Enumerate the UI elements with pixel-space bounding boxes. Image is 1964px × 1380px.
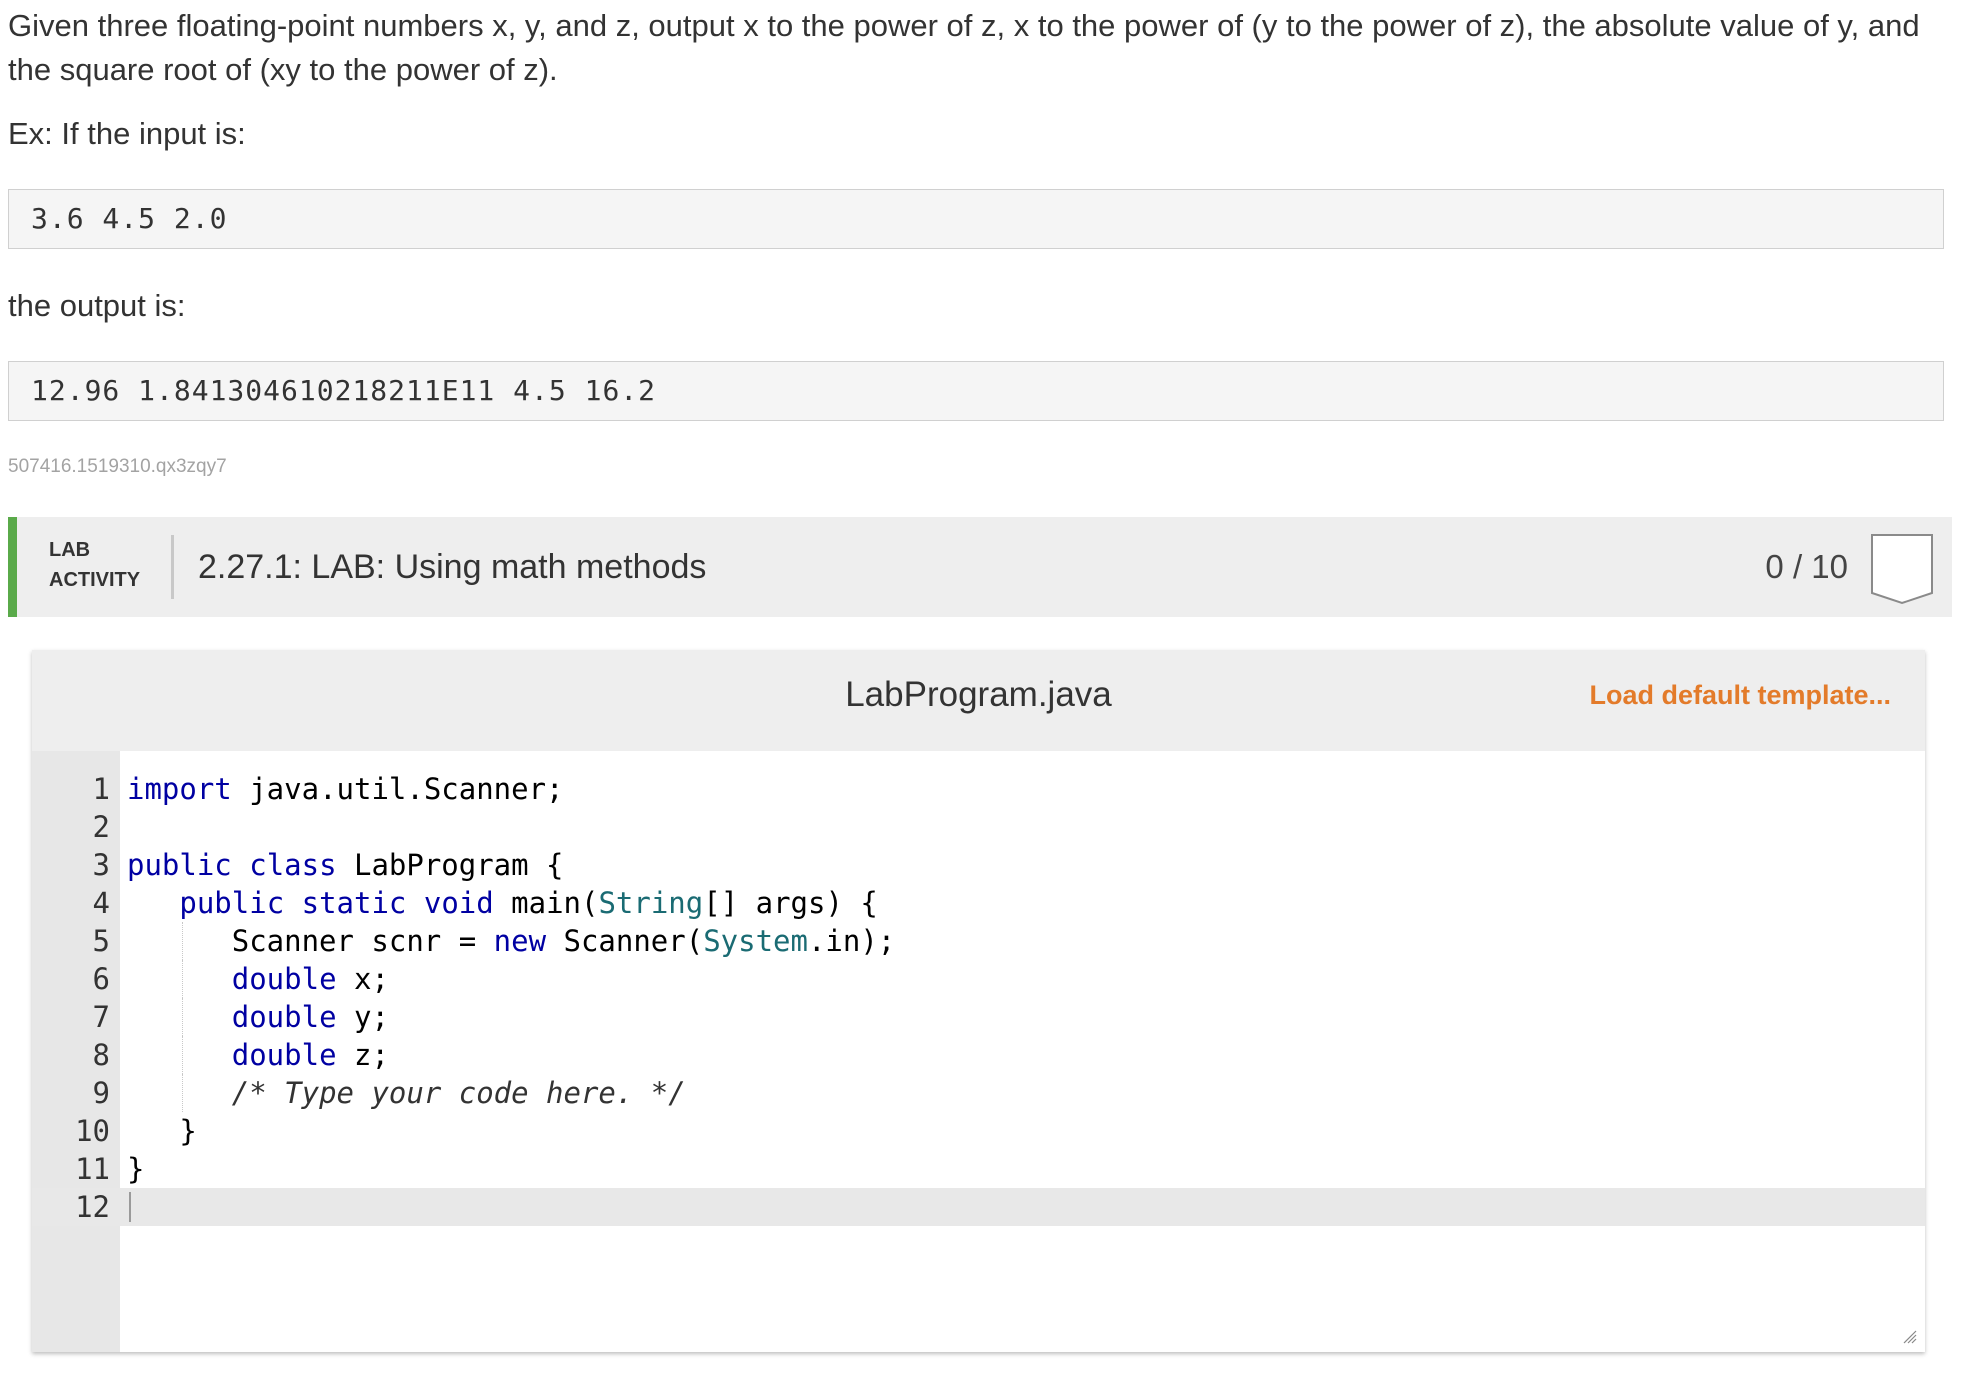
code-line[interactable]: 9 /* Type your code here. */ — [32, 1074, 1925, 1112]
code-token: double — [231, 1000, 337, 1034]
indent-guide — [181, 1036, 183, 1074]
line-source: /* Type your code here. */ — [127, 1074, 686, 1112]
line-number: 10 — [75, 1114, 110, 1148]
code-token: z; — [336, 1038, 389, 1072]
code-line[interactable]: 12 — [32, 1188, 1925, 1226]
code-token: y; — [336, 1000, 389, 1034]
line-number: 6 — [92, 962, 110, 996]
code-token: [] args) { — [703, 886, 878, 920]
line-number: 8 — [92, 1038, 110, 1072]
indent-guide — [181, 998, 183, 1036]
lab-title: 2.27.1: LAB: Using math methods — [198, 548, 707, 586]
code-line[interactable]: 3 public class LabProgram { — [32, 846, 1925, 884]
line-source: double z; — [127, 1036, 389, 1074]
line-source: } — [127, 1112, 197, 1150]
code-token: Scanner( — [546, 924, 704, 958]
problem-statement: Given three floating-point numbers x, y,… — [8, 4, 1948, 92]
indent-guide — [181, 1074, 183, 1112]
code-line[interactable]: 8 double z; — [32, 1036, 1925, 1074]
code-line[interactable]: 5 Scanner scnr = new Scanner(System.in); — [32, 922, 1925, 960]
code-token: LabProgram { — [336, 848, 564, 882]
line-number: 5 — [92, 924, 110, 958]
code-token: static — [301, 886, 407, 920]
line-source: } — [127, 1150, 144, 1188]
indent-guide — [181, 960, 183, 998]
code-line[interactable]: 1 import java.util.Scanner; — [32, 770, 1925, 808]
code-token: java.util.Scanner; — [231, 772, 564, 806]
code-token: .in); — [807, 924, 896, 958]
code-token: System — [703, 924, 808, 958]
code-token: x; — [336, 962, 389, 996]
code-token: double — [231, 1038, 337, 1072]
code-token: class — [249, 848, 337, 882]
code-token: main( — [493, 886, 599, 920]
line-source: import java.util.Scanner; — [127, 770, 564, 808]
code-line[interactable]: 6 double x; — [32, 960, 1925, 998]
example-input-label: Ex: If the input is: — [8, 116, 246, 151]
load-default-template-link[interactable]: Load default template... — [1589, 680, 1891, 711]
code-line[interactable]: 4 public static void main(String[] args)… — [32, 884, 1925, 922]
line-number: 7 — [92, 1000, 110, 1034]
line-number: 12 — [75, 1190, 110, 1224]
lab-activity-tag: LAB ACTIVITY — [49, 535, 140, 595]
code-line[interactable]: 10 } — [32, 1112, 1925, 1150]
line-source: double x; — [127, 960, 389, 998]
example-output-box: 12.96 1.841304610218211E11 4.5 16.2 — [8, 361, 1944, 421]
line-source: double y; — [127, 998, 389, 1036]
line-source: Scanner scnr = new Scanner(System.in); — [127, 922, 896, 960]
indent-guide — [181, 922, 183, 960]
activity-id-code: 507416.1519310.qx3zqy7 — [8, 456, 227, 477]
lab-tag-line1: LAB — [49, 539, 91, 561]
line-source: public static void main(String[] args) { — [127, 884, 878, 922]
line-number: 11 — [75, 1152, 110, 1186]
code-token: public — [179, 886, 285, 920]
resize-handle-icon[interactable] — [1901, 1328, 1917, 1344]
code-line[interactable]: 7 double y; — [32, 998, 1925, 1036]
line-number: 2 — [92, 810, 110, 844]
code-token: String — [598, 886, 704, 920]
code-token: } — [127, 1114, 197, 1148]
code-token: new — [493, 924, 547, 958]
code-token: import — [127, 772, 232, 806]
lab-score: 0 / 10 — [1765, 548, 1848, 585]
line-source: public class LabProgram { — [127, 846, 564, 884]
line-number: 4 — [92, 886, 110, 920]
text-cursor — [129, 1192, 131, 1222]
code-token: void — [423, 886, 494, 920]
code-token: /* Type your code here. */ — [231, 1076, 686, 1110]
code-token: } — [127, 1152, 145, 1186]
code-editor[interactable]: LabProgram.java Load default template...… — [32, 650, 1925, 1352]
line-number: 3 — [92, 848, 110, 882]
completion-badge-icon — [1871, 534, 1933, 605]
code-token: double — [231, 962, 337, 996]
code-token: public — [127, 848, 232, 882]
lab-header-divider — [171, 535, 174, 599]
lab-activity-header: LAB ACTIVITY 2.27.1: LAB: Using math met… — [8, 517, 1952, 617]
editor-file-bar: LabProgram.java Load default template... — [32, 650, 1925, 751]
code-line[interactable]: 11} — [32, 1150, 1925, 1188]
line-number: 9 — [92, 1076, 110, 1110]
code-text-area[interactable]: 1 import java.util.Scanner; 2 3 public class… — [32, 770, 1925, 1226]
lab-tag-line2: ACTIVITY — [49, 569, 141, 591]
example-input-box: 3.6 4.5 2.0 — [8, 189, 1944, 249]
example-output-label: the output is: — [8, 288, 186, 323]
code-line[interactable]: 2 — [32, 808, 1925, 846]
problem-text: Given three floating-point numbers x, y,… — [8, 8, 1920, 87]
line-number: 1 — [92, 772, 110, 806]
